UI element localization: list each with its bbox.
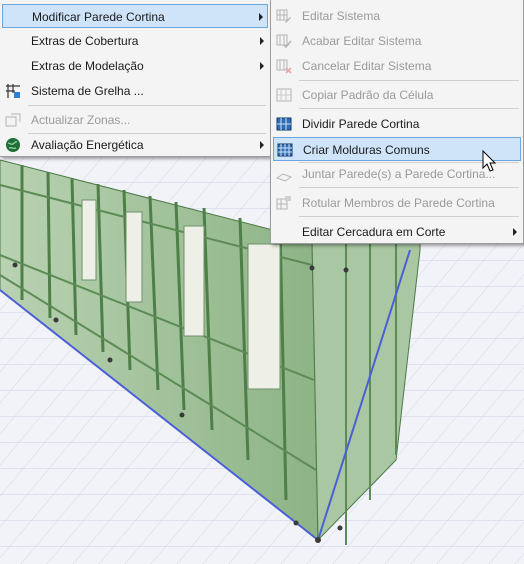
- grid-system-icon: [6, 84, 20, 98]
- submenu-arrow-icon: [260, 37, 264, 45]
- menu-item-rotular-membros[interactable]: Rotular Membros de Parede Cortina: [273, 191, 521, 215]
- menu-item-label: Avaliação Energética: [31, 138, 144, 152]
- submenu-arrow-icon: [260, 62, 264, 70]
- menu-item-modificar-parede-cortina[interactable]: Modificar Parede Cortina: [2, 4, 268, 28]
- menu-item-extras-de-modelacao[interactable]: Extras de Modelação: [2, 54, 268, 78]
- menu-item-editar-cercadura-em-corte[interactable]: Editar Cercadura em Corte: [273, 220, 521, 244]
- menu-item-label: Copiar Padrão da Célula: [302, 88, 434, 102]
- submenu-arrow-icon: [513, 228, 517, 236]
- menu-item-label: Acabar Editar Sistema: [302, 34, 422, 48]
- menu-item-label: Juntar Parede(s) a Parede Cortina...: [302, 167, 496, 181]
- menu-item-acabar-editar-sistema[interactable]: Acabar Editar Sistema: [273, 29, 521, 53]
- menu-item-actualizar-zonas[interactable]: Actualizar Zonas...: [2, 108, 268, 132]
- label-members-icon: [276, 196, 291, 210]
- menu-item-label: Actualizar Zonas...: [31, 113, 131, 127]
- submenu-arrow-icon: [260, 141, 264, 149]
- menu-item-cancelar-editar-sistema[interactable]: Cancelar Editar Sistema: [273, 54, 521, 78]
- menu-item-label: Editar Sistema: [302, 9, 381, 23]
- menu-separator: [299, 80, 519, 81]
- common-frames-icon: [277, 143, 293, 157]
- context-menu: Modificar Parede Cortina Extras de Cober…: [0, 0, 271, 157]
- menu-item-label: Extras de Modelação: [31, 59, 144, 73]
- menu-item-avaliacao-energetica[interactable]: Avaliação Energética: [2, 133, 268, 157]
- curtain-wall-submenu: Editar Sistema Acabar Editar Sistema Can…: [270, 0, 524, 244]
- mouse-cursor-icon: [482, 150, 497, 172]
- copy-pattern-icon: [276, 88, 292, 102]
- menu-item-label: Rotular Membros de Parede Cortina: [302, 196, 495, 210]
- menu-item-label: Modificar Parede Cortina: [32, 10, 165, 24]
- menu-item-label: Sistema de Grelha ...: [31, 84, 144, 98]
- menu-separator: [299, 187, 519, 188]
- edit-system-icon: [276, 9, 291, 23]
- cancel-edit-icon: [276, 59, 292, 74]
- menu-item-editar-sistema[interactable]: Editar Sistema: [273, 4, 521, 28]
- menu-separator: [299, 108, 519, 109]
- update-zones-icon: [5, 113, 21, 127]
- energy-globe-icon: [6, 138, 20, 152]
- menu-item-extras-de-cobertura[interactable]: Extras de Cobertura: [2, 29, 268, 53]
- menu-item-label: Cancelar Editar Sistema: [302, 59, 432, 73]
- join-walls-icon: [276, 173, 292, 182]
- divide-wall-icon: [276, 117, 292, 131]
- menu-item-dividir-parede-cortina[interactable]: Dividir Parede Cortina: [273, 112, 521, 136]
- submenu-arrow-icon: [259, 13, 263, 21]
- menu-item-copiar-padrao-da-celula[interactable]: Copiar Padrão da Célula: [273, 83, 521, 107]
- menu-item-label: Extras de Cobertura: [31, 34, 139, 48]
- menu-item-label: Dividir Parede Cortina: [302, 117, 420, 131]
- menu-item-label: Criar Molduras Comuns: [303, 143, 430, 157]
- menu-separator: [28, 105, 266, 106]
- menu-item-sistema-de-grelha[interactable]: Sistema de Grelha ...: [2, 79, 268, 103]
- menu-item-label: Editar Cercadura em Corte: [302, 225, 446, 239]
- menu-separator: [299, 216, 519, 217]
- finish-edit-icon: [276, 34, 292, 49]
